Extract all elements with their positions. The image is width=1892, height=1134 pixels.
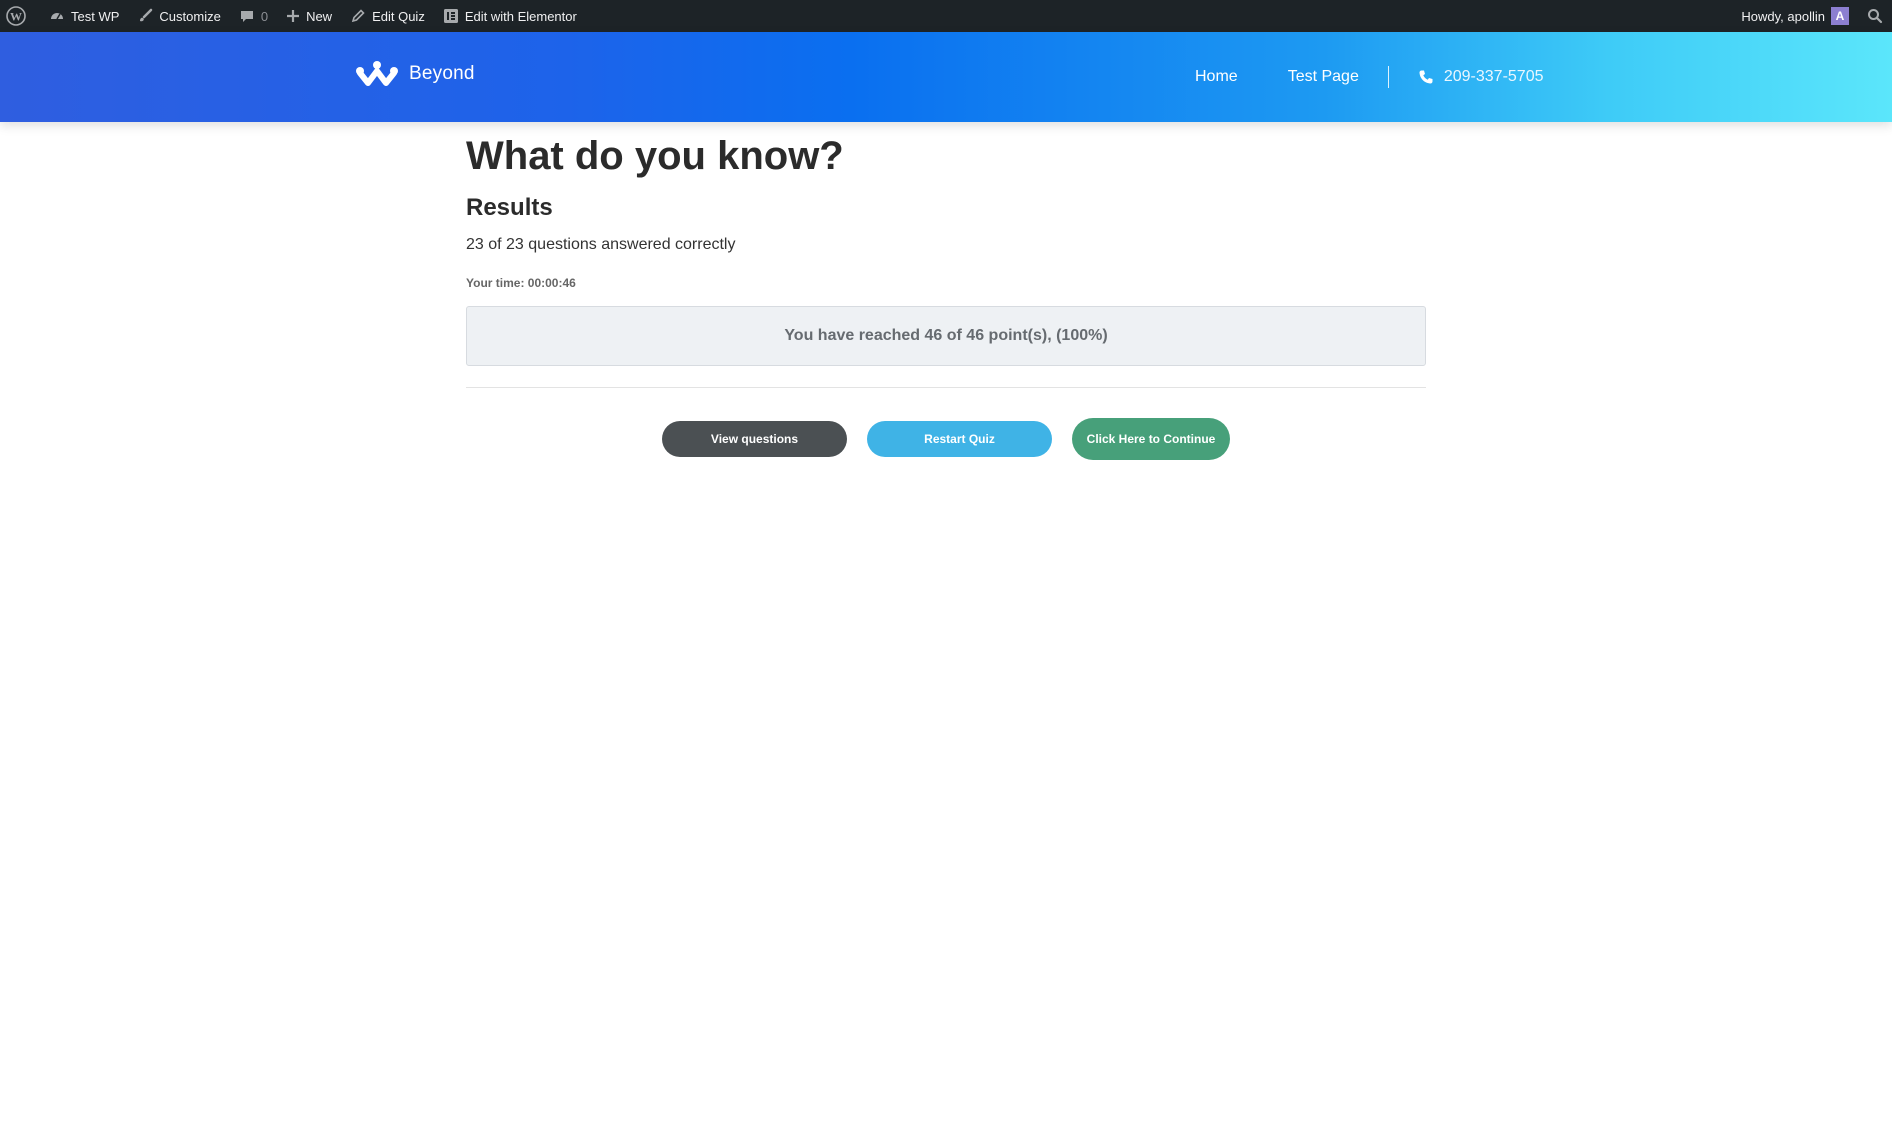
brush-icon [137, 8, 153, 24]
search-icon [1867, 8, 1883, 24]
nav-home[interactable]: Home [1170, 68, 1263, 86]
nav-divider [1387, 66, 1389, 88]
new-label: New [306, 8, 333, 24]
plus-icon [286, 9, 300, 23]
edit-elementor-label: Edit with Elementor [464, 8, 577, 24]
pencil-icon [350, 8, 366, 24]
edit-quiz-label: Edit Quiz [372, 8, 425, 24]
comments-link[interactable]: 0 [230, 0, 277, 32]
account-menu[interactable]: Howdy, apollin A [1732, 0, 1858, 32]
restart-quiz-button[interactable]: Restart Quiz [867, 421, 1052, 457]
greeting-label: Howdy, apollin [1741, 8, 1825, 24]
result-actions: View questions Restart Quiz Click Here t… [466, 418, 1426, 460]
wordpress-icon: W [6, 6, 26, 26]
answered-summary: 23 of 23 questions answered correctly [466, 236, 736, 253]
nav-phone-link[interactable]: 209-337-5705 [1393, 68, 1544, 86]
comment-bubble-icon [239, 8, 255, 24]
svg-text:W: W [10, 10, 22, 24]
results-heading: Results [466, 194, 553, 221]
quiz-results: What do you know? Results 23 of 23 quest… [466, 122, 1426, 460]
site-logo[interactable]: Beyond [355, 60, 475, 88]
quiz-time: Your time: 00:00:46 [466, 276, 576, 290]
elementor-icon [443, 8, 459, 24]
wordpress-logo-menu[interactable]: W [0, 0, 40, 32]
main-nav: Home Test Page 209-337-5705 [1170, 32, 1543, 122]
edit-with-elementor-link[interactable]: Edit with Elementor [434, 0, 586, 32]
site-name-label: Test WP [71, 8, 120, 24]
nav-test-page[interactable]: Test Page [1263, 68, 1384, 86]
phone-number: 209-337-5705 [1443, 68, 1544, 85]
admin-bar: W Test WP Customize 0 New Edit Quiz Edit… [0, 0, 1892, 32]
dashboard-icon [49, 8, 65, 24]
customize-link[interactable]: Customize [128, 0, 229, 32]
phone-icon [1418, 69, 1434, 85]
continue-button[interactable]: Click Here to Continue [1072, 418, 1230, 460]
admin-bar-left: W Test WP Customize 0 New Edit Quiz Edit… [0, 0, 586, 32]
avatar: A [1831, 7, 1849, 25]
divider [466, 387, 1426, 388]
site-header: Beyond Home Test Page 209-337-5705 [0, 32, 1892, 122]
new-content-menu[interactable]: New [277, 0, 341, 32]
customize-label: Customize [159, 8, 221, 24]
edit-quiz-link[interactable]: Edit Quiz [341, 0, 434, 32]
comments-count: 0 [260, 8, 269, 24]
brand-name: Beyond [409, 63, 475, 84]
page-title: What do you know? [466, 134, 844, 178]
points-text: You have reached 46 of 46 point(s), (100… [784, 327, 1108, 344]
admin-bar-right: Howdy, apollin A [1732, 0, 1892, 32]
points-summary: You have reached 46 of 46 point(s), (100… [466, 306, 1426, 366]
view-questions-button[interactable]: View questions [662, 421, 847, 457]
beyond-logo-icon [355, 60, 399, 88]
site-name-menu[interactable]: Test WP [40, 0, 128, 32]
admin-search[interactable] [1858, 0, 1892, 32]
